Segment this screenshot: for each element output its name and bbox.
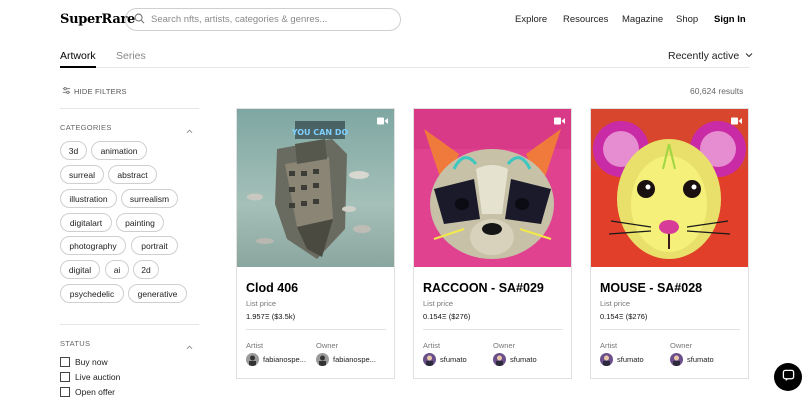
avatar [246, 353, 259, 366]
results-count: 60,624 results [690, 86, 744, 96]
artwork-card[interactable]: YOU CAN DO Clod 406 List price 1.957Ξ ($… [236, 108, 395, 379]
list-price-value: 0.154Ξ ($276) [423, 312, 471, 321]
filter-divider [60, 108, 199, 109]
category-chip-surrealism[interactable]: surrealism [121, 189, 178, 208]
filter-divider [60, 324, 199, 325]
owner-link[interactable]: sfumato [670, 353, 714, 366]
search-bar[interactable] [125, 8, 401, 31]
sign-in-link[interactable]: Sign In [714, 14, 746, 25]
status-option-label: Open offer [75, 387, 116, 397]
hide-filters-label: HIDE FILTERS [74, 87, 127, 96]
search-input[interactable] [151, 14, 391, 25]
status-option-label: Live auction [75, 372, 121, 382]
video-icon [554, 114, 565, 125]
card-divider [600, 329, 740, 330]
checkbox[interactable] [60, 387, 70, 397]
card-divider [246, 329, 386, 330]
avatar [423, 353, 436, 366]
avatar [600, 353, 613, 366]
artwork-image[interactable] [414, 109, 571, 267]
category-chip-digital[interactable]: digital [60, 260, 100, 279]
chat-icon [782, 369, 795, 385]
owner-label: Owner [316, 341, 339, 350]
video-icon [377, 114, 388, 125]
artist-label: Artist [423, 341, 441, 350]
avatar [316, 353, 329, 366]
artwork-card[interactable]: RACCOON - SA#029 List price 0.154Ξ ($276… [413, 108, 572, 379]
chevron-up-icon[interactable] [186, 340, 193, 350]
chat-button[interactable] [774, 363, 802, 391]
superrare-logo[interactable]: SuperRare [60, 12, 135, 27]
status-option-live-auction[interactable]: Live auction [60, 372, 120, 382]
avatar [493, 353, 506, 366]
category-chip-painting[interactable]: painting [116, 213, 164, 232]
category-chip-photography[interactable]: photography [60, 236, 126, 255]
categories-heading: CATEGORIES [60, 123, 112, 132]
list-price-value: 0.154Ξ ($276) [600, 312, 648, 321]
artist-link[interactable]: fabianospe... [246, 353, 306, 366]
category-chip-generative[interactable]: generative [128, 284, 187, 303]
artwork-sign-text: YOU CAN DO [291, 128, 349, 137]
avatar [670, 353, 683, 366]
category-chip-portrait[interactable]: portrait [131, 236, 178, 255]
status-option-buy-now[interactable]: Buy now [60, 357, 108, 367]
owner-link[interactable]: fabianospe... [316, 353, 376, 366]
category-chip-psychedelic[interactable]: psychedelic [60, 284, 124, 303]
category-chip-surreal[interactable]: surreal [60, 165, 104, 184]
chevron-up-icon[interactable] [186, 124, 193, 134]
nav-shop[interactable]: Shop [676, 14, 698, 25]
artwork-title[interactable]: RACCOON - SA#029 [423, 281, 544, 295]
list-price-label: List price [423, 299, 454, 308]
list-price-value: 1.957Ξ ($3.5k) [246, 312, 296, 321]
artist-name: sfumato [617, 355, 644, 364]
hide-filters-button[interactable]: HIDE FILTERS [62, 86, 127, 97]
owner-name: sfumato [510, 355, 537, 364]
nav-resources[interactable]: Resources [563, 14, 608, 25]
nav-magazine[interactable]: Magazine [622, 14, 663, 25]
top-header: SuperRare Explore Resources Magazine Sho… [0, 0, 810, 40]
artwork-image[interactable]: YOU CAN DO [237, 109, 394, 267]
artist-label: Artist [600, 341, 618, 350]
artist-link[interactable]: sfumato [423, 353, 467, 366]
sliders-icon [62, 86, 71, 97]
tab-series[interactable]: Series [116, 50, 146, 62]
tab-bar: Artwork Series [60, 50, 750, 68]
category-chip-abstract[interactable]: abstract [108, 165, 157, 184]
list-price-label: List price [600, 299, 631, 308]
artist-link[interactable]: sfumato [600, 353, 644, 366]
status-option-open-offer[interactable]: Open offer [60, 387, 115, 397]
sort-label: Recently active [668, 50, 740, 62]
artist-name: fabianospe... [263, 355, 306, 364]
checkbox[interactable] [60, 357, 70, 367]
artwork-image[interactable] [591, 109, 748, 267]
card-divider [423, 329, 563, 330]
list-price-label: List price [246, 299, 277, 308]
artist-label: Artist [246, 341, 264, 350]
artwork-title[interactable]: Clod 406 [246, 281, 298, 295]
nav-explore[interactable]: Explore [515, 14, 547, 25]
status-heading: STATUS [60, 339, 91, 348]
owner-name: sfumato [687, 355, 714, 364]
status-option-label: Buy now [75, 357, 108, 367]
artist-name: sfumato [440, 355, 467, 364]
owner-label: Owner [670, 341, 693, 350]
category-chip-ai[interactable]: ai [105, 260, 129, 279]
owner-name: fabianospe... [333, 355, 376, 364]
owner-label: Owner [493, 341, 516, 350]
artwork-title[interactable]: MOUSE - SA#028 [600, 281, 702, 295]
checkbox[interactable] [60, 372, 70, 382]
category-chip-animation[interactable]: animation [91, 141, 147, 160]
artwork-card[interactable]: MOUSE - SA#028 List price 0.154Ξ ($276) … [590, 108, 749, 379]
category-chip-illustration[interactable]: illustration [60, 189, 117, 208]
category-chip-digitalart[interactable]: digitalart [60, 213, 112, 232]
category-chip-2d[interactable]: 2d [133, 260, 159, 279]
owner-link[interactable]: sfumato [493, 353, 537, 366]
category-chip-3d[interactable]: 3d [60, 141, 87, 160]
video-icon [731, 114, 742, 125]
sort-dropdown[interactable]: Recently active [668, 50, 753, 62]
tab-artwork[interactable]: Artwork [60, 50, 96, 68]
chevron-down-icon [745, 50, 753, 62]
search-icon [134, 13, 145, 27]
